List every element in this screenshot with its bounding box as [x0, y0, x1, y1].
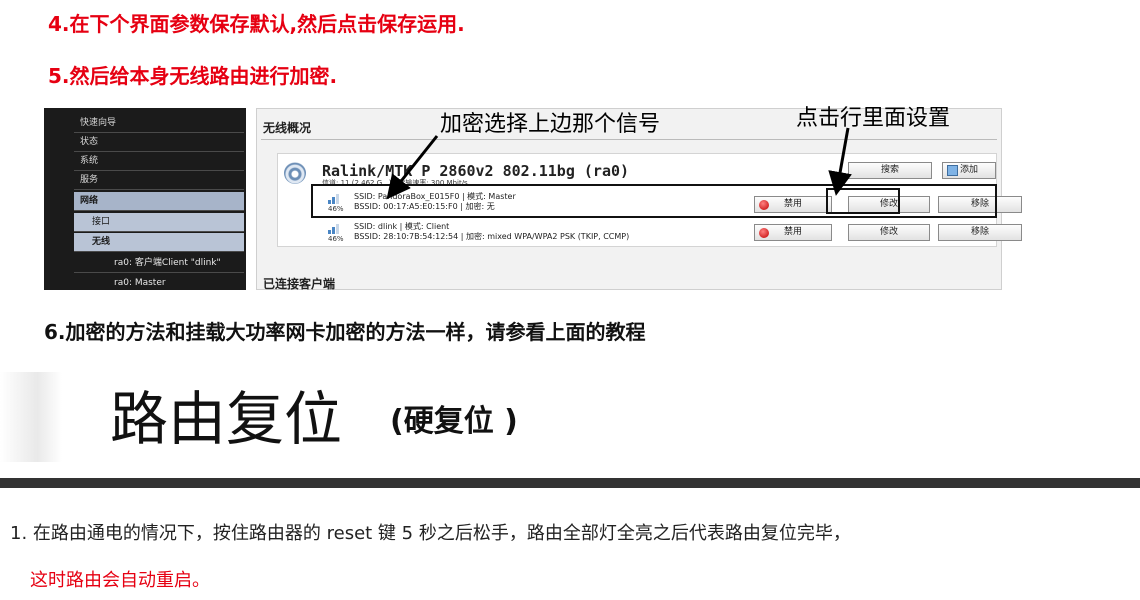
reset-note: 这时路由会自动重启。 [30, 570, 210, 591]
arrow-right [828, 127, 852, 196]
reset-title: 路由复位 [110, 385, 343, 453]
annotation-arrows [386, 127, 852, 200]
arrow-left [386, 135, 439, 200]
reset-description: 1. 在路由通电的情况下，按住路由器的 reset 键 5 秒之后松手，路由全部… [10, 523, 851, 544]
reset-subtitle: (硬复位 ) [390, 404, 518, 439]
step-6-text: 6.加密的方法和挂载大功率网卡加密的方法一样，请参看上面的教程 [44, 320, 646, 344]
section-divider [0, 478, 1140, 488]
annotation-left: 加密选择上边那个信号 [440, 112, 661, 137]
decorative-shadow [0, 372, 62, 462]
annotation-right: 点击行里面设置 [796, 106, 951, 131]
